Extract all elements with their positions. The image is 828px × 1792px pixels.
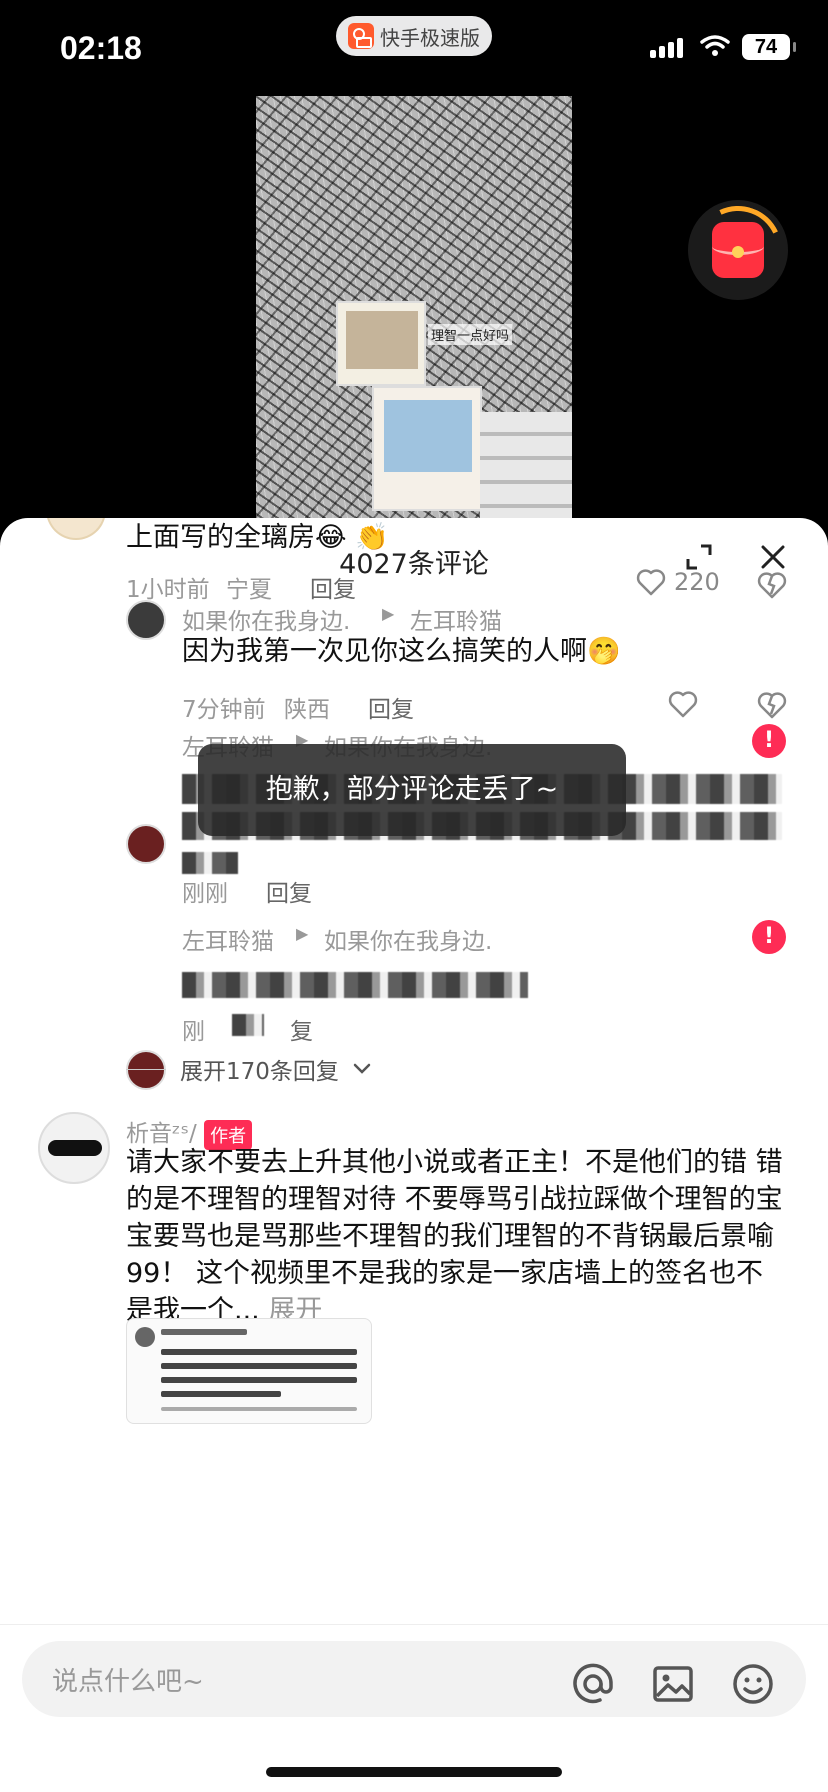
app-name: 快手极速版 [380,25,480,50]
dislike-icon[interactable] [756,690,788,720]
expand-replies-label: 展开170条回复 [180,1059,339,1085]
close-icon[interactable] [758,542,788,572]
home-indicator [266,1767,562,1777]
merch-bag [372,386,482,511]
reply-button[interactable]: 复 [290,1012,313,1046]
avatar[interactable] [38,1112,110,1184]
avatar[interactable] [126,824,166,864]
heart-icon[interactable] [668,690,698,718]
reply-arrow-icon: ▶ [382,604,395,623]
kuaishou-logo-icon [348,23,374,49]
obscured-text [182,972,528,998]
reply-arrow-icon: ▶ [296,924,309,943]
image-icon[interactable] [650,1661,696,1707]
like-button[interactable]: 220 [636,568,720,596]
avatar[interactable] [46,518,106,540]
status-time: 02:18 [60,30,142,66]
obscured-text [182,852,238,874]
reply-button[interactable]: 回复 [266,874,312,908]
comment-text: 上面写的全璃房😂 👏 [126,522,389,553]
expand-replies-button[interactable]: 展开170条回复 [126,1052,371,1086]
divider [126,1068,166,1070]
emoji-icon[interactable] [730,1661,776,1707]
reply-time: 7分钟前 [182,697,266,723]
chevron-down-icon [353,1063,371,1074]
red-packet-button[interactable] [681,193,795,307]
reply-to-username[interactable]: 如果你在我身边. [324,922,492,956]
comment-location: 宁夏 [226,577,272,603]
video-caption: 理智一点好吗 [428,324,513,345]
mention-icon[interactable] [570,1661,616,1707]
video-player[interactable]: 理智一点好吗 [256,96,572,526]
alert-badge[interactable]: ! [752,920,786,954]
reply-location: 陕西 [284,697,330,723]
comments-sheet: 4027条评论 上面写的全璃房😂 👏 1小时前 宁夏 回复 220 如果你在我身… [0,518,828,1792]
wifi-icon [700,35,730,56]
reply-from-username[interactable]: 左耳聆猫 [182,922,274,956]
reply-from-username[interactable]: 如果你在我身边. [182,602,350,636]
author-comment-text: 请大家不要去上升其他小说或者正主！不是他们的错 错的是不理智的理智对待 不要辱骂… [126,1147,783,1326]
signal-icon [650,38,683,58]
reply-time: 刚刚 [182,881,228,907]
reply-text: 因为我第一次见你这么搞笑的人啊🤭 [182,636,621,667]
red-envelope-icon [712,222,764,278]
battery-indicator: 74 [742,34,796,60]
avatar[interactable] [126,600,166,640]
reply-button[interactable]: 回复 [368,690,414,724]
reply-time: 刚 [182,1019,205,1045]
comment-input[interactable]: 说点什么吧~ [22,1641,806,1717]
comment-image-thumbnail[interactable] [126,1318,372,1424]
app-pill[interactable]: 快手极速版 [336,16,492,56]
merch-bag [336,301,426,386]
reply-button[interactable]: 回复 [310,570,356,604]
merch-boxes [480,412,572,522]
bottom-bar: 说点什么吧~ [0,1624,828,1792]
reply-to-username[interactable]: 左耳聆猫 [410,602,502,636]
alert-badge[interactable]: ! [752,724,786,758]
like-count: 220 [674,568,720,596]
comment-input-placeholder: 说点什么吧~ [52,1667,204,1697]
heart-icon [636,569,666,596]
dislike-icon[interactable] [756,570,788,600]
comment-time: 1小时前 [126,577,210,603]
obscured-text [232,1014,264,1036]
toast-message: 抱歉，部分评论走丢了~ [198,744,626,836]
